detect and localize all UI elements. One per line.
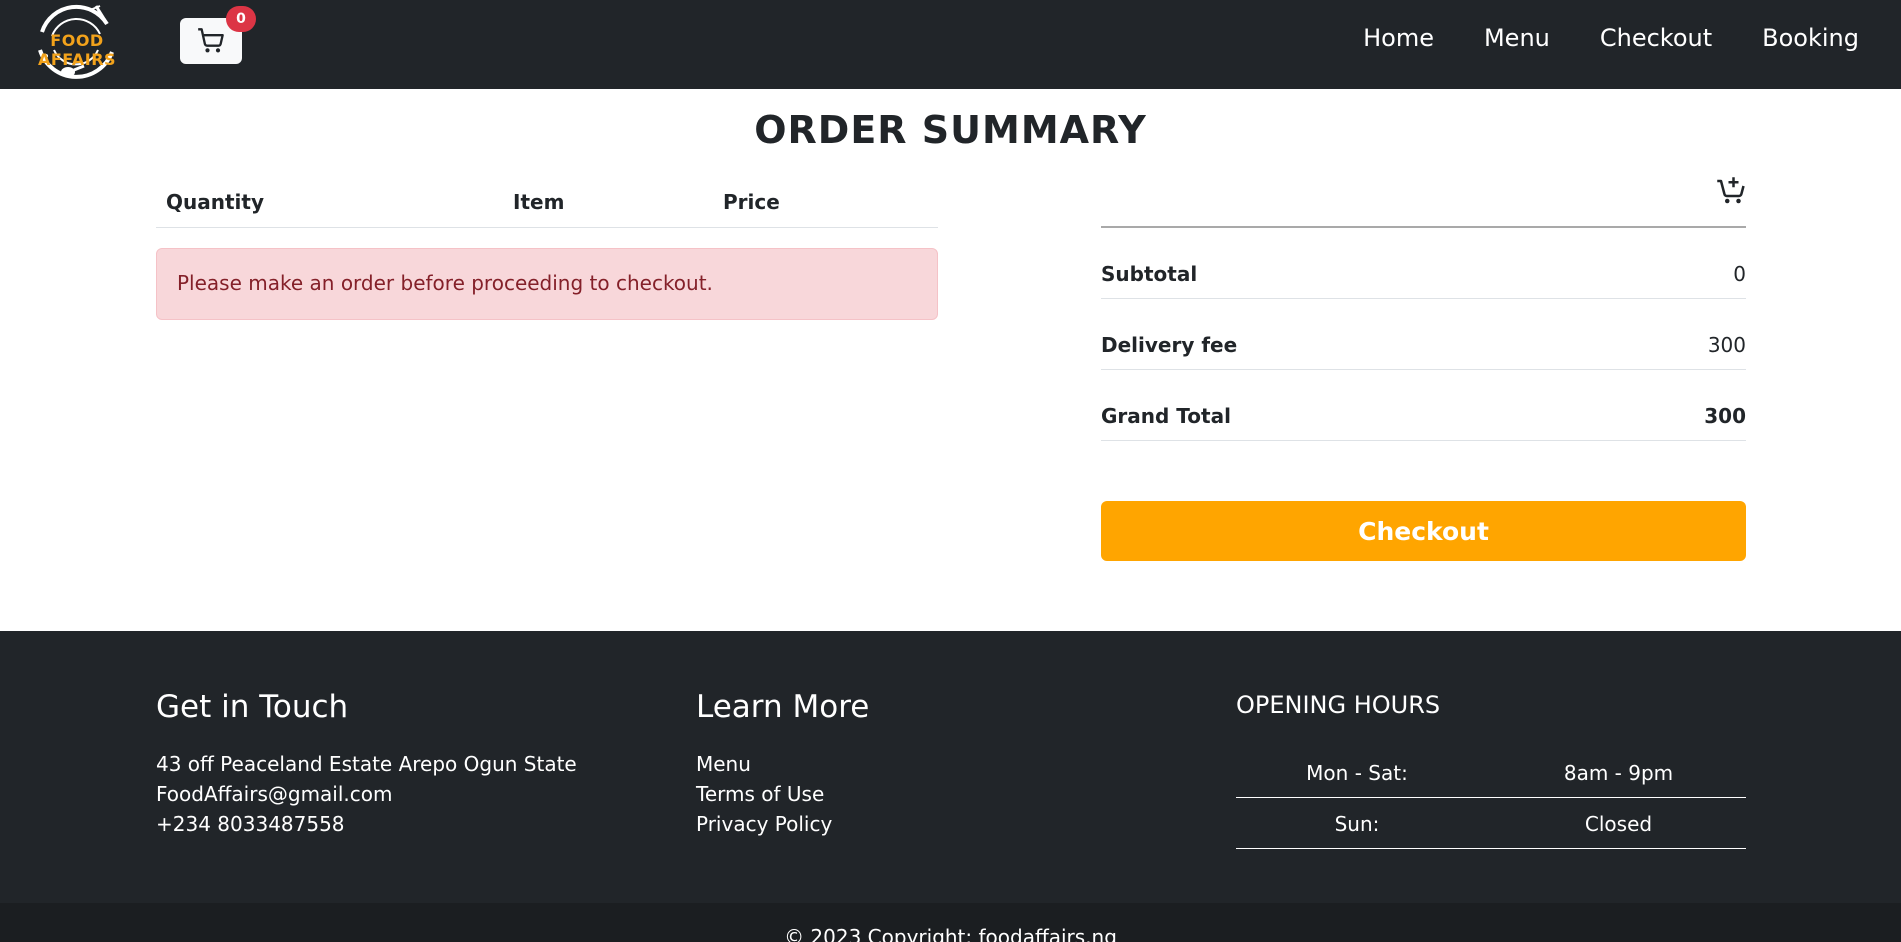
nav-link-booking[interactable]: Booking	[1762, 24, 1859, 52]
subtotal-value: 0	[1733, 262, 1746, 287]
footer-phone: +234 8033487558	[156, 812, 345, 836]
nav-links: Home Menu Checkout Booking	[1363, 24, 1859, 52]
footer-learn-more-links: Menu Terms of Use Privacy Policy	[696, 749, 832, 839]
footer-learn-more-title: Learn More	[696, 689, 870, 725]
header-price: Price	[723, 190, 780, 214]
summary-row-subtotal: Subtotal 0	[1101, 228, 1746, 299]
opening-hours-table: Mon - Sat: 8am - 9pm Sun: Closed	[1236, 747, 1746, 849]
footer-contact-title: Get in Touch	[156, 689, 349, 725]
hours-row: Sun: Closed	[1236, 798, 1746, 849]
cart-count-badge: 0	[226, 6, 256, 32]
opening-hours-title: OPENING HOURS	[1236, 691, 1441, 719]
footer-link-terms[interactable]: Terms of Use	[696, 779, 832, 809]
footer: Get in Touch 43 off Peaceland Estate Are…	[0, 631, 1901, 903]
subtotal-label: Subtotal	[1101, 262, 1198, 287]
delivery-fee-value: 300	[1707, 333, 1746, 358]
footer-link-privacy[interactable]: Privacy Policy	[696, 809, 832, 839]
summary-row-grand-total: Grand Total 300	[1101, 370, 1746, 441]
page-title: ORDER SUMMARY	[754, 108, 1147, 152]
add-to-cart-icon[interactable]	[1716, 176, 1746, 206]
checkout-button[interactable]: Checkout	[1101, 501, 1746, 561]
copyright-bar: © 2023 Copyright: foodaffairs.ng	[0, 903, 1901, 942]
hours-day: Sun:	[1334, 812, 1380, 836]
footer-link-menu[interactable]: Menu	[696, 749, 832, 779]
top-navbar: FOOD AFFAIRS 0 Home Menu Checkout Bookin…	[0, 0, 1901, 89]
hours-time: Closed	[1584, 812, 1653, 836]
shopping-cart-icon	[198, 28, 224, 53]
header-item: Item	[513, 190, 565, 214]
order-table-header: Quantity Item Price	[156, 178, 938, 228]
nav-link-checkout[interactable]: Checkout	[1600, 24, 1712, 52]
grand-total-label: Grand Total	[1101, 404, 1231, 429]
logo-text: FOOD AFFAIRS	[37, 31, 117, 69]
nav-link-menu[interactable]: Menu	[1484, 24, 1550, 52]
delivery-fee-label: Delivery fee	[1101, 333, 1238, 358]
footer-email: FoodAffairs@gmail.com	[156, 782, 393, 806]
header-quantity: Quantity	[166, 190, 264, 214]
empty-order-alert: Please make an order before proceeding t…	[156, 248, 938, 320]
summary-row-delivery-fee: Delivery fee 300	[1101, 299, 1746, 370]
nav-link-home[interactable]: Home	[1363, 24, 1434, 52]
footer-address: 43 off Peaceland Estate Arepo Ogun State	[156, 752, 577, 776]
grand-total-value: 300	[1704, 404, 1746, 429]
hours-time: 8am - 9pm	[1563, 761, 1674, 785]
footer-contact-lines: 43 off Peaceland Estate Arepo Ogun State…	[156, 749, 577, 839]
hours-row: Mon - Sat: 8am - 9pm	[1236, 747, 1746, 798]
food-affairs-logo[interactable]: FOOD AFFAIRS	[12, 2, 142, 82]
hours-day: Mon - Sat:	[1306, 761, 1408, 785]
